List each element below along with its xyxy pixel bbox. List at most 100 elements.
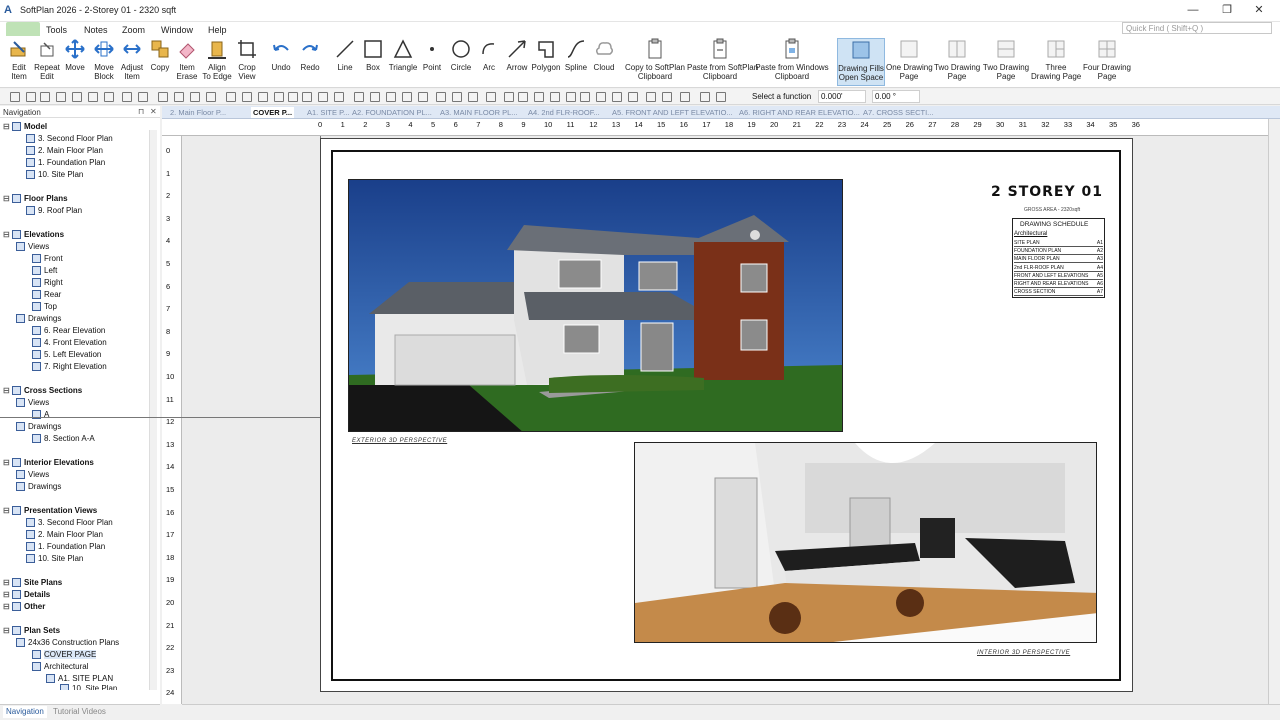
toolbar-tool-icon[interactable] (206, 92, 216, 102)
cloud-button[interactable]: Cloud (591, 38, 617, 86)
box-button[interactable]: Box (361, 38, 385, 86)
doc-tab-4[interactable]: A3. MAIN FLOOR PL... (440, 107, 518, 118)
edit-item-button[interactable]: Edit Item (6, 38, 32, 86)
toolbar-tool-icon[interactable] (258, 92, 268, 102)
copy-to-softplan-clipboard-button[interactable]: Copy to SoftPlan Clipboard (624, 38, 686, 86)
toolbar-tool-icon[interactable] (370, 92, 380, 102)
nav-item-model-second-floor[interactable]: 3. Second Floor Plan (26, 132, 113, 144)
nav-item-construction-plans[interactable]: 24x36 Construction Plans (16, 636, 119, 648)
two-drawing-page-horizontal-button[interactable]: Two Drawing Page (982, 38, 1030, 86)
expand-icon[interactable]: ⊟ (3, 590, 10, 599)
nav-item-view-front[interactable]: Front (32, 252, 63, 264)
toolbar-tool-icon[interactable] (628, 92, 638, 102)
doc-tab-6[interactable]: A5. FRONT AND LEFT ELEVATIO... (612, 107, 733, 118)
toolbar-tool-icon[interactable] (318, 92, 328, 102)
nav-item-elevations[interactable]: ⊟ Elevations (3, 228, 64, 240)
nav-item-pv-main-floor[interactable]: 2. Main Floor Plan (26, 528, 103, 540)
doc-tab-8[interactable]: A7. CROSS SECTI... (863, 107, 933, 118)
interior-3d-perspective-image[interactable] (634, 442, 1097, 643)
one-drawing-page-button[interactable]: One Drawing Page (886, 38, 933, 86)
toolbar-tool-icon[interactable] (158, 92, 168, 102)
nav-item-cross-sections[interactable]: ⊟ Cross Sections (3, 384, 82, 396)
menu-help[interactable]: Help (208, 25, 227, 35)
nav-item-architectural[interactable]: Architectural (32, 660, 88, 672)
two-drawing-page-button[interactable]: Two Drawing Page (934, 38, 980, 86)
toolbar-tool-icon[interactable] (580, 92, 590, 102)
toolbar-tool-icon[interactable] (534, 92, 544, 102)
nav-item-roof-plan[interactable]: 9. Roof Plan (26, 204, 82, 216)
expand-icon[interactable]: ⊟ (3, 122, 10, 131)
nav-item-floor-plans[interactable]: ⊟ Floor Plans (3, 192, 68, 204)
triangle-button[interactable]: Triangle (388, 38, 418, 86)
toolbar-tool-icon[interactable] (104, 92, 114, 102)
doc-tab-3[interactable]: A2. FOUNDATION PL... (352, 107, 432, 118)
adjust-item-button[interactable]: Adjust Item (119, 38, 145, 86)
nav-item-model-site[interactable]: 10. Site Plan (26, 168, 83, 180)
toolbar-tool-icon[interactable] (612, 92, 622, 102)
toolbar-tool-icon[interactable] (716, 92, 726, 102)
nav-item-pv-foundation[interactable]: 1. Foundation Plan (26, 540, 105, 552)
toolbar-tool-icon[interactable] (10, 92, 20, 102)
toolbar-tool-icon[interactable] (88, 92, 98, 102)
line-button[interactable]: Line (333, 38, 357, 86)
toolbar-tool-icon[interactable] (402, 92, 412, 102)
horizontal-scrollbar[interactable] (182, 704, 1280, 720)
nav-item-left-elevation[interactable]: 5. Left Elevation (32, 348, 101, 360)
toolbar-tool-icon[interactable] (242, 92, 252, 102)
nav-item-front-elevation[interactable]: 4. Front Elevation (32, 336, 107, 348)
toolbar-tool-icon[interactable] (662, 92, 672, 102)
copy-button[interactable]: Copy (148, 38, 172, 86)
nav-item-a1-site-plan-view[interactable]: 10. Site Plan (60, 684, 117, 690)
polygon-button[interactable]: Polygon (531, 38, 561, 86)
nav-item-elev-drawings[interactable]: Drawings (16, 312, 61, 324)
expand-icon[interactable]: ⊟ (3, 578, 10, 587)
nav-item-rear-elevation[interactable]: 6. Rear Elevation (32, 324, 105, 336)
toolbar-tool-icon[interactable] (334, 92, 344, 102)
nav-item-cs-views[interactable]: Views (16, 396, 49, 408)
paste-from-windows-clipboard-button[interactable]: Paste from Windows Clipboard (755, 38, 829, 86)
doc-tab-1[interactable]: COVER P... (251, 107, 295, 118)
nav-item-cs-drawings[interactable]: Drawings (16, 420, 61, 432)
tab-tutorial-videos[interactable]: Tutorial Videos (50, 706, 109, 718)
redo-button[interactable]: Redo (297, 38, 323, 86)
quick-find-input[interactable]: Quick Find ( Shift+Q ) (1122, 22, 1272, 34)
navigation-scrollbar[interactable] (149, 130, 157, 690)
nav-item-details[interactable]: ⊟ Details (3, 588, 50, 600)
vertical-scrollbar[interactable] (1268, 119, 1280, 704)
maximize-button[interactable]: ❐ (1220, 3, 1234, 17)
nav-item-view-left[interactable]: Left (32, 264, 57, 276)
expand-icon[interactable]: ⊟ (3, 506, 10, 515)
doc-tab-7[interactable]: A6. RIGHT AND REAR ELEVATIO... (739, 107, 860, 118)
expand-icon[interactable]: ⊟ (3, 230, 10, 239)
toolbar-tool-icon[interactable] (436, 92, 446, 102)
crop-view-button[interactable]: Crop View (234, 38, 260, 86)
align-to-edge-button[interactable]: Align To Edge (202, 38, 232, 86)
close-pane-icon[interactable]: ✕ (150, 107, 157, 116)
nav-item-site-plans[interactable]: ⊟ Site Plans (3, 576, 62, 588)
toolbar-tool-icon[interactable] (274, 92, 284, 102)
nav-item-elev-views[interactable]: Views (16, 240, 49, 252)
toolbar-tool-icon[interactable] (226, 92, 236, 102)
nav-item-model-main-floor[interactable]: 2. Main Floor Plan (26, 144, 103, 156)
toolbar-tool-icon[interactable] (596, 92, 606, 102)
nav-item-right-elevation[interactable]: 7. Right Elevation (32, 360, 107, 372)
pin-icon[interactable]: ⊓ (138, 107, 144, 116)
close-button[interactable]: ✕ (1252, 3, 1266, 17)
move-button[interactable]: Move (63, 38, 87, 86)
toolbar-tool-icon[interactable] (680, 92, 690, 102)
toolbar-tool-icon[interactable] (122, 92, 132, 102)
expand-icon[interactable]: ⊟ (3, 458, 10, 467)
move-block-button[interactable]: Move Block (90, 38, 118, 86)
angle-value-field[interactable]: 0.00 ° (872, 90, 920, 103)
nav-item-view-top[interactable]: Top (32, 300, 57, 312)
minimize-button[interactable]: — (1186, 3, 1200, 17)
toolbar-tool-icon[interactable] (138, 92, 148, 102)
nav-item-ie-drawings[interactable]: Drawings (16, 480, 61, 492)
doc-tab-0[interactable]: 2. Main Floor P... (170, 107, 226, 118)
nav-item-model[interactable]: ⊟ Model (3, 120, 47, 132)
toolbar-tool-icon[interactable] (354, 92, 364, 102)
tab-navigation[interactable]: Navigation (3, 706, 47, 718)
toolbar-tool-icon[interactable] (504, 92, 514, 102)
toolbar-tool-icon[interactable] (566, 92, 576, 102)
menu-notes[interactable]: Notes (84, 25, 108, 35)
